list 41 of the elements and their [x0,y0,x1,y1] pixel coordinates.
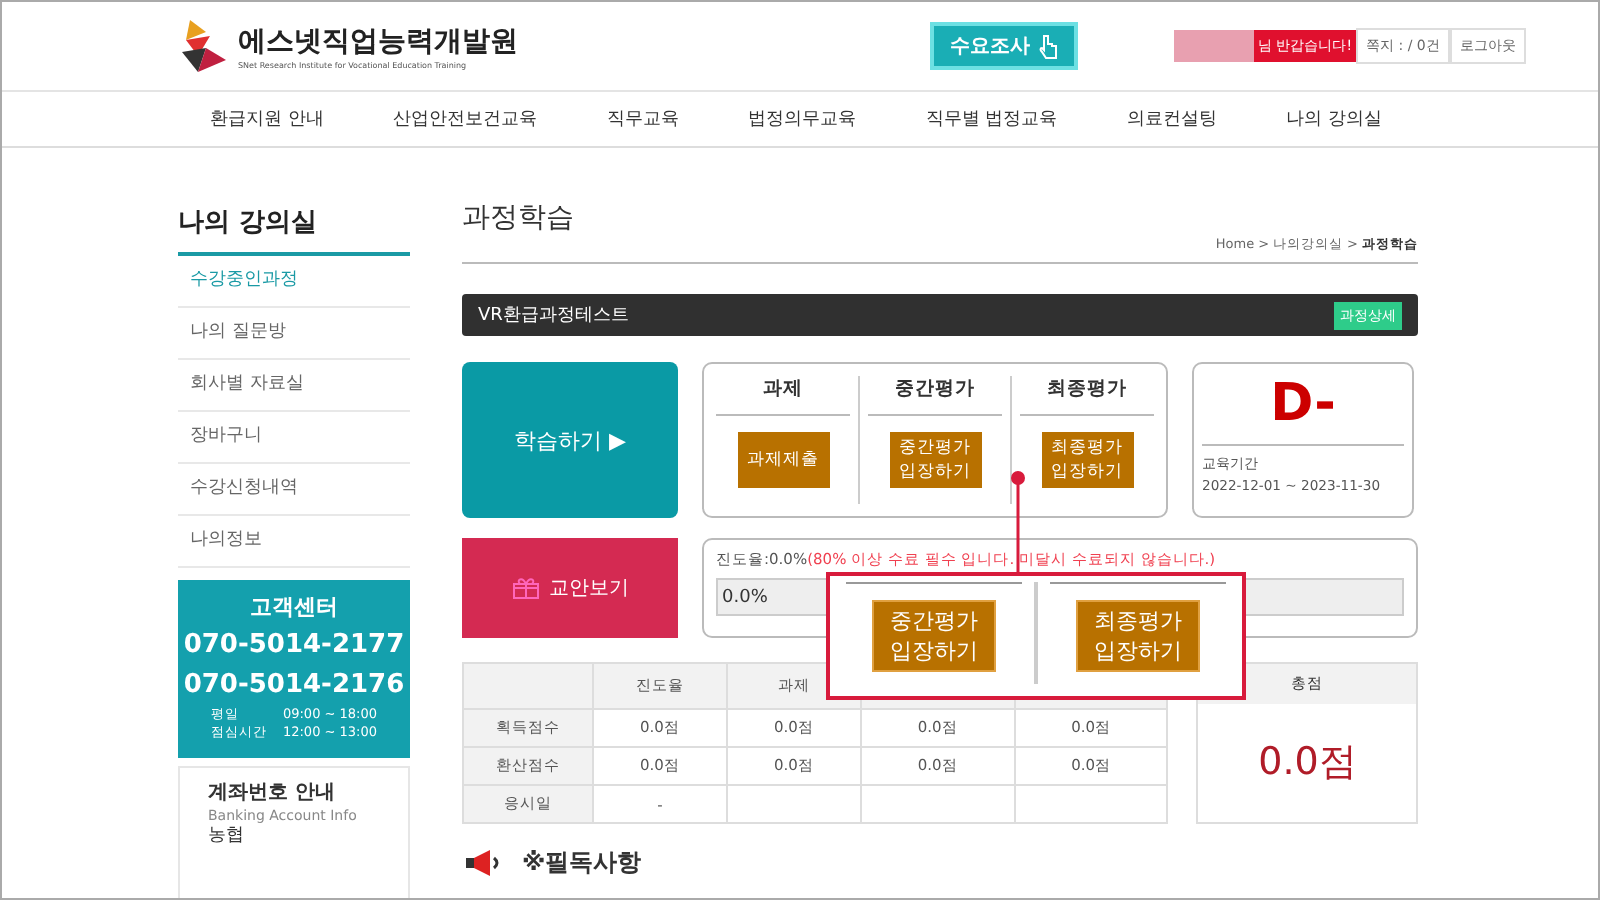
nav-item[interactable]: 법정의무교육 [748,106,857,132]
evaluation-title: 중간평가 [868,376,1002,416]
nav-item[interactable]: 나의 강의실 [1286,106,1382,132]
bank-name: 농협 [208,826,246,848]
evaluation-title: 최종평가 [1020,376,1154,416]
hand-pointer-icon [1038,33,1058,59]
sidebar-item[interactable]: 수강신청내역 [178,464,410,516]
progress-reading: 0.0% [720,587,768,607]
blurred-username [1174,30,1254,62]
study-button[interactable]: 학습하기 ▶ [462,362,678,518]
nav-item[interactable]: 직무교육 [606,106,679,132]
sidebar-item[interactable]: 수강중인과정 [178,256,410,308]
evaluation-button[interactable]: 최종평가 입장하기 [1041,432,1133,488]
sidebar-item[interactable]: 장바구니 [178,412,410,464]
sidebar-item[interactable]: 회사별 자료실 [178,360,410,412]
nav-item[interactable]: 의료컨설팅 [1126,106,1217,132]
megaphone-icon [462,848,502,878]
logo-title: 에스넷직업능력개발원 [238,23,518,59]
logo-icon [178,16,230,76]
sidebar-item[interactable]: 나의정보 [178,516,410,568]
evaluation-button[interactable]: 최종평가 입장하기 [1076,600,1200,672]
total-score: 0.0점 [1256,738,1359,788]
evaluation-button[interactable]: 과제제출 [737,432,829,488]
phone-number: 070-5014-2176 [181,668,407,704]
nav-item[interactable]: 환급지원 안내 [210,106,324,132]
phone-number: 070-5014-2177 [181,628,407,664]
nav-item[interactable]: 산업안전보건교육 [393,106,538,132]
evaluation-button[interactable]: 중간평가 입장하기 [872,600,996,672]
sidebar-title: 나의 강의실 [178,204,410,256]
evaluation-title: 과제 [716,376,850,416]
textbook-button[interactable]: 교안보기 [462,538,678,638]
sidebar-item[interactable]: 나의 질문방 [178,308,410,360]
support-title: 고객센터 [248,592,340,622]
notice-title: ※필독사항 [522,848,642,878]
gift-icon [511,576,539,600]
course-name: VR환급과정테스트 [478,304,629,328]
nav-item[interactable]: 직무별 법정교육 [925,106,1058,132]
account-title: 계좌번호 안내 [208,780,337,806]
page-title: 과정학습 [462,200,574,236]
grade-value: D- [1202,364,1404,446]
evaluation-button[interactable]: 중간평가 입장하기 [889,432,981,488]
